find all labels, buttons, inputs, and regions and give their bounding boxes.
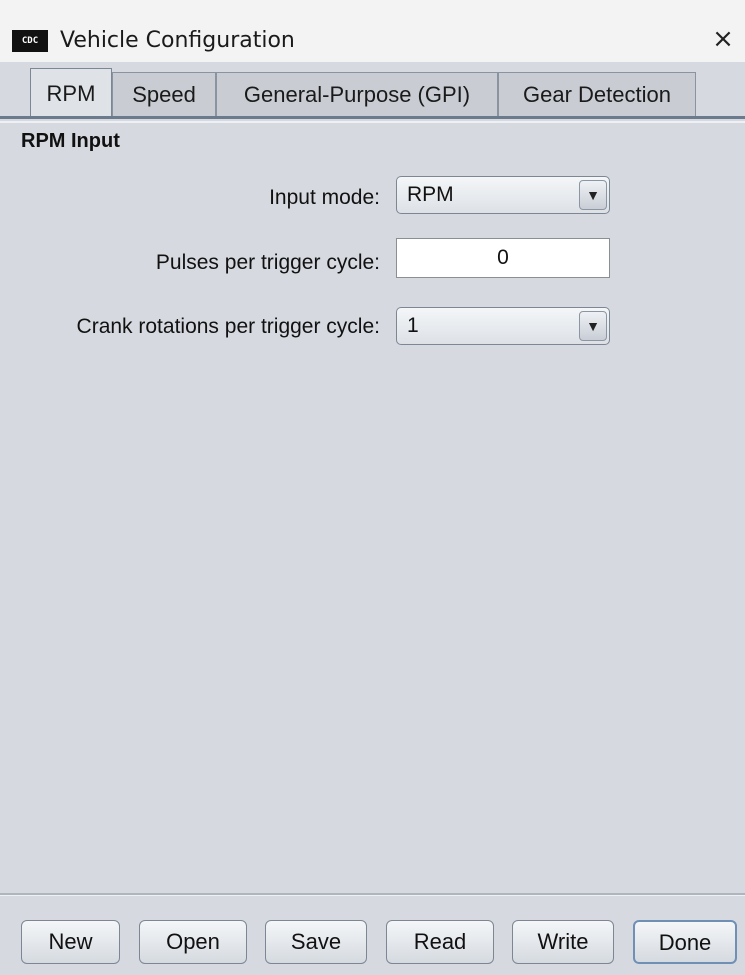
- close-icon[interactable]: ×: [709, 24, 737, 54]
- tab-divider-highlight: [0, 121, 745, 123]
- tab-divider: [0, 116, 745, 119]
- tab-rpm[interactable]: RPM: [30, 68, 112, 118]
- window-title: Vehicle Configuration: [60, 28, 295, 53]
- tab-gear-detection[interactable]: Gear Detection: [498, 72, 696, 116]
- done-button[interactable]: Done: [633, 920, 737, 964]
- pulses-label: Pulses per trigger cycle:: [155, 251, 380, 274]
- tab-speed[interactable]: Speed: [112, 72, 216, 116]
- tab-general-purpose[interactable]: General-Purpose (GPI): [216, 72, 498, 116]
- crank-rotations-value: 1: [407, 314, 419, 337]
- pulses-field[interactable]: 0: [396, 238, 610, 278]
- input-mode-select[interactable]: RPM ▼: [396, 176, 610, 214]
- new-button[interactable]: New: [21, 920, 120, 964]
- chevron-down-icon[interactable]: ▼: [579, 311, 607, 341]
- vehicle-configuration-window: CDC Vehicle Configuration × RPM Speed Ge…: [0, 0, 745, 975]
- section-title: RPM Input: [21, 130, 120, 152]
- footer-divider-highlight: [0, 895, 745, 896]
- open-button[interactable]: Open: [139, 920, 247, 964]
- write-button[interactable]: Write: [512, 920, 614, 964]
- app-logo-icon: CDC: [12, 30, 48, 52]
- title-bar[interactable]: CDC Vehicle Configuration ×: [0, 0, 745, 62]
- input-mode-label: Input mode:: [269, 186, 380, 209]
- chevron-down-icon[interactable]: ▼: [579, 180, 607, 210]
- read-button[interactable]: Read: [386, 920, 494, 964]
- crank-rotations-label: Crank rotations per trigger cycle:: [76, 315, 380, 338]
- save-button[interactable]: Save: [265, 920, 367, 964]
- crank-rotations-select[interactable]: 1 ▼: [396, 307, 610, 345]
- input-mode-value: RPM: [407, 183, 454, 206]
